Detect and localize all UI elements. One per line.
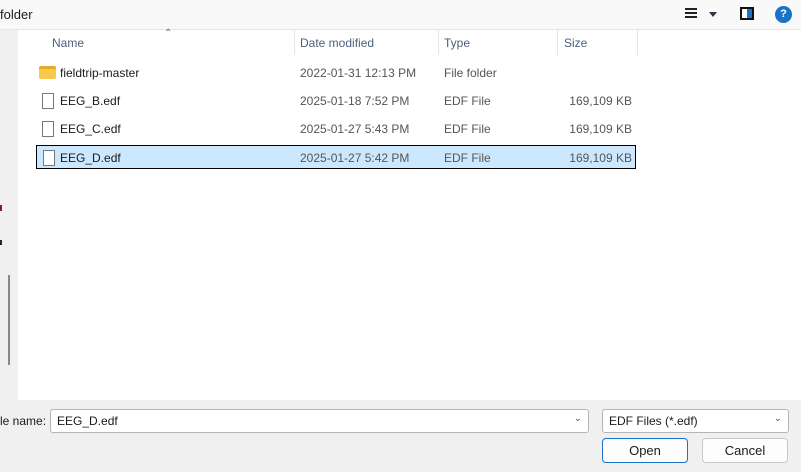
file-name: EEG_B.edf: [60, 94, 121, 108]
file-type: EDF File: [444, 94, 491, 108]
file-list: ⌃ Name Date modified Type Size fieldtrip…: [18, 28, 801, 400]
file-date: 2025-01-27 5:42 PM: [300, 151, 410, 165]
navigation-pane: [0, 30, 18, 400]
cancel-button[interactable]: Cancel: [702, 438, 788, 463]
file-name-value: EEG_D.edf: [57, 414, 118, 428]
chevron-down-icon[interactable]: ⌄: [774, 413, 782, 424]
file-type: File folder: [444, 66, 497, 80]
file-size: 169,109 KB: [569, 94, 632, 108]
file-name: EEG_D.edf: [60, 151, 121, 165]
column-header-type[interactable]: Type: [444, 36, 470, 50]
sort-ascending-icon: ⌃: [164, 28, 173, 39]
file-name: EEG_C.edf: [60, 122, 121, 136]
view-dropdown-icon[interactable]: [709, 12, 717, 17]
file-name-input[interactable]: EEG_D.edf ⌄: [50, 409, 589, 433]
filter-value: EDF Files (*.edf): [609, 414, 698, 428]
list-item-selected[interactable]: EEG_D.edf 2025-01-27 5:42 PM EDF File 16…: [36, 145, 636, 169]
preview-pane-icon[interactable]: [740, 7, 754, 20]
file-type: EDF File: [444, 151, 491, 165]
column-header-name[interactable]: Name: [52, 36, 84, 50]
file-date: 2025-01-18 7:52 PM: [300, 94, 410, 108]
column-divider[interactable]: [637, 30, 638, 55]
nav-fragment: [0, 205, 2, 211]
column-divider[interactable]: [557, 30, 558, 55]
nav-fragment: [0, 240, 2, 245]
file-date: 2022-01-31 12:13 PM: [300, 66, 417, 80]
list-item[interactable]: EEG_B.edf 2025-01-18 7:52 PM EDF File 16…: [36, 89, 636, 113]
toolbar: folder ?: [0, 0, 801, 30]
list-item[interactable]: EEG_C.edf 2025-01-27 5:43 PM EDF File 16…: [36, 117, 636, 141]
file-icon: [42, 93, 54, 109]
column-header-size[interactable]: Size: [564, 36, 587, 50]
list-item[interactable]: fieldtrip-master 2022-01-31 12:13 PM Fil…: [36, 61, 636, 85]
folder-icon: [39, 66, 56, 79]
file-size: 169,109 KB: [569, 151, 632, 165]
column-divider[interactable]: [438, 30, 439, 55]
file-size: 169,109 KB: [569, 122, 632, 136]
file-name-label: le name:: [0, 414, 47, 428]
scrollbar[interactable]: [8, 275, 10, 365]
list-view-icon[interactable]: [685, 8, 697, 18]
file-icon: [42, 121, 54, 137]
file-type-filter[interactable]: EDF Files (*.edf) ⌄: [602, 409, 789, 433]
column-header-date[interactable]: Date modified: [300, 36, 374, 50]
chevron-down-icon[interactable]: ⌄: [574, 413, 582, 424]
file-icon: [43, 150, 55, 166]
column-divider[interactable]: [294, 30, 295, 55]
file-name: fieldtrip-master: [60, 66, 140, 80]
help-icon[interactable]: ?: [775, 6, 792, 23]
file-type: EDF File: [444, 122, 491, 136]
file-date: 2025-01-27 5:43 PM: [300, 122, 410, 136]
dialog-title: folder: [0, 7, 33, 22]
open-button[interactable]: Open: [602, 438, 688, 463]
